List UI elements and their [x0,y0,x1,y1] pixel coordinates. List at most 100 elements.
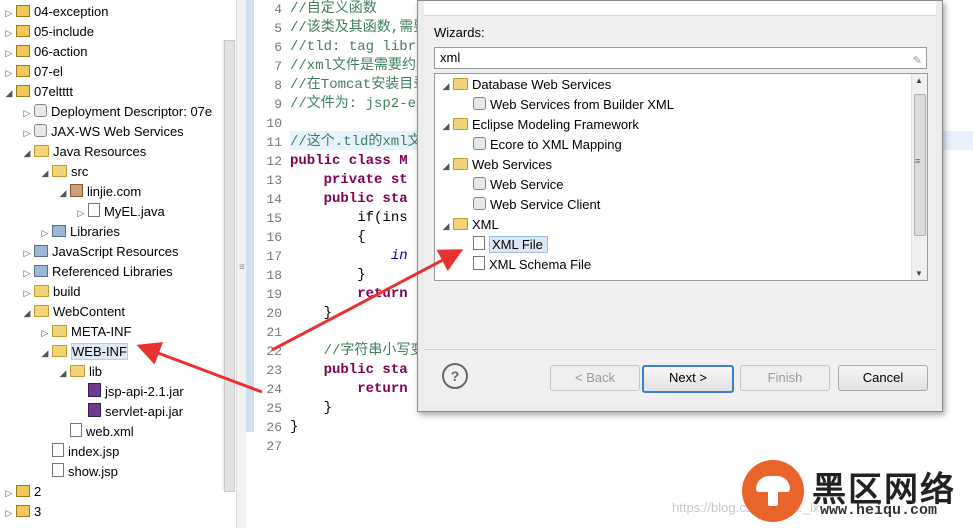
explorer-item-src[interactable]: ◢ src [40,162,89,183]
collapsed-twisty-icon[interactable]: ▷ [4,3,14,23]
explorer-item-jsp-api-2-1-jar[interactable]: jsp-api-2.1.jar [76,382,184,402]
code-line[interactable]: //tld: tag libr [290,38,416,57]
wizard-item-xml-file[interactable]: XML File [461,235,548,255]
collapsed-twisty-icon[interactable]: ▷ [22,283,32,303]
explorer-item-06-action[interactable]: ▷ 06-action [4,42,88,63]
scroll-up-icon[interactable]: ▲ [915,76,923,85]
wizard-item-web-services[interactable]: ◢ Web Services [441,155,552,175]
code-line[interactable]: { [290,228,365,247]
explorer-item-05-include[interactable]: ▷ 05-include [4,22,94,42]
explorer-item-label: 07-el [34,64,63,79]
explorer-item-web-inf[interactable]: ◢ WEB-INF [40,342,128,362]
code-line[interactable]: public sta [290,190,408,209]
explorer-item-3[interactable]: ▷ 3 [4,502,42,523]
expanded-twisty-icon[interactable]: ◢ [58,363,68,383]
collapsed-twisty-icon[interactable]: ▷ [22,103,32,123]
explorer-scrollbar[interactable] [222,40,235,492]
code-text: //tld: tag libr [290,39,417,55]
collapsed-twisty-icon[interactable]: ▷ [22,243,32,263]
wizard-item-database-web-services[interactable]: ◢ Database Web Services [441,75,612,96]
collapsed-twisty-icon[interactable]: ▷ [76,203,86,223]
explorer-item-show-jsp[interactable]: show.jsp [40,462,118,482]
expanded-twisty-icon[interactable]: ◢ [4,83,14,103]
wizard-item-xml-schema-file[interactable]: XML Schema File [461,255,591,275]
code-line[interactable]: } [290,418,298,437]
explorer-scroll-thumb[interactable] [224,40,235,492]
expanded-twisty-icon[interactable]: ◢ [58,183,68,203]
explorer-item-2[interactable]: ▷ 2 [4,482,42,503]
wizard-item-eclipse-modeling-framework[interactable]: ◢ Eclipse Modeling Framework [441,115,639,135]
explorer-item-referenced-libraries[interactable]: ▷ Referenced Libraries [22,262,173,282]
collapsed-twisty-icon[interactable]: ▷ [40,323,50,343]
code-line[interactable]: } [290,304,332,323]
code-line[interactable]: //xml文件是需要约束 [290,57,430,76]
scroll-down-icon[interactable]: ▼ [915,269,923,278]
explorer-item-servlet-api-jar[interactable]: servlet-api.jar [76,402,183,422]
explorer-item-meta-inf[interactable]: ▷ META-INF [40,322,132,343]
project-icon [16,505,30,517]
expanded-twisty-icon[interactable]: ◢ [441,116,451,136]
expanded-twisty-icon[interactable]: ◢ [40,163,50,183]
expanded-twisty-icon[interactable]: ◢ [441,76,451,96]
wizard-item-web-services-from-builder-xml[interactable]: Web Services from Builder XML [461,95,674,115]
code-line[interactable]: } [290,266,365,285]
collapsed-twisty-icon[interactable]: ▷ [22,123,32,143]
gear-icon [34,124,47,137]
explorer-item-build[interactable]: ▷ build [22,282,81,303]
explorer-item-07-el[interactable]: ▷ 07-el [4,62,63,82]
code-line[interactable]: public sta [290,361,408,380]
explorer-item-libraries[interactable]: ▷ Libraries [40,222,120,242]
explorer-item-myel-java[interactable]: ▷ MyEL.java [76,202,165,222]
wizard-tree-scrollbar[interactable]: ▲ ≡ ▼ [911,74,927,280]
expanded-twisty-icon[interactable]: ◢ [441,156,451,176]
code-line[interactable]: return [290,285,407,304]
collapsed-twisty-icon[interactable]: ▷ [4,63,14,83]
code-line[interactable]: //文件为: jsp2-ex [290,95,424,114]
code-line[interactable]: public class M [290,152,408,171]
folder-icon [52,165,67,177]
code-line[interactable]: //在Tomcat安装目录 [290,76,427,95]
expanded-twisty-icon[interactable]: ◢ [22,143,32,163]
wizard-filter-input[interactable]: xml ✎ [434,47,927,69]
explorer-item-webcontent[interactable]: ◢ WebContent [22,302,126,323]
wizard-icon [473,177,486,190]
explorer-item-web-xml[interactable]: web.xml [58,422,134,442]
explorer-item-label: show.jsp [68,464,118,479]
wizard-item-ecore-to-xml-mapping[interactable]: Ecore to XML Mapping [461,135,622,155]
code-line[interactable]: return [290,380,407,399]
explorer-item-07eltttt[interactable]: ◢ 07eltttt [4,82,74,103]
collapsed-twisty-icon[interactable]: ▷ [4,23,14,43]
back-button[interactable]: < Back [550,365,640,391]
explorer-item-04-exception[interactable]: ▷ 04-exception [4,2,109,23]
code-line[interactable]: } [290,399,332,418]
wizard-item-xml[interactable]: ◢ XML [441,215,499,235]
cancel-button[interactable]: Cancel [838,365,928,391]
wizard-item-web-service[interactable]: Web Service [461,175,563,195]
code-line[interactable]: //字符串小写变 [290,342,425,361]
collapsed-twisty-icon[interactable]: ▷ [4,43,14,63]
code-line[interactable]: if(ins [290,209,407,228]
clear-filter-icon[interactable]: ✎ [913,51,922,71]
code-line[interactable]: //这个.tld的xml文 [290,133,422,152]
collapsed-twisty-icon[interactable]: ▷ [40,223,50,243]
expanded-twisty-icon[interactable]: ◢ [441,216,451,236]
collapsed-twisty-icon[interactable]: ▷ [4,503,14,523]
code-line[interactable]: in [290,247,408,266]
collapsed-twisty-icon[interactable]: ▷ [4,483,14,503]
explorer-item-lib[interactable]: ◢ lib [58,362,102,382]
finish-button[interactable]: Finish [740,365,830,391]
code-line[interactable]: private st [290,171,408,190]
explorer-item-deployment-descriptor-07e[interactable]: ▷ Deployment Descriptor: 07e [22,102,212,122]
help-button[interactable]: ? [442,363,468,389]
expanded-twisty-icon[interactable]: ◢ [22,303,32,323]
explorer-item-linjie-com[interactable]: ◢ linjie.com [58,182,141,202]
explorer-item-java-resources[interactable]: ◢ Java Resources [22,142,147,163]
explorer-item-jax-ws-web-services[interactable]: ▷ JAX-WS Web Services [22,122,184,142]
collapsed-twisty-icon[interactable]: ▷ [22,263,32,283]
explorer-item-index-jsp[interactable]: index.jsp [40,442,119,462]
wizard-item-web-service-client[interactable]: Web Service Client [461,195,600,215]
expanded-twisty-icon[interactable]: ◢ [40,343,50,363]
code-line[interactable]: //自定义函数 [290,0,377,19]
next-button[interactable]: Next > [642,365,734,393]
explorer-item-javascript-resources[interactable]: ▷ JavaScript Resources [22,242,179,263]
